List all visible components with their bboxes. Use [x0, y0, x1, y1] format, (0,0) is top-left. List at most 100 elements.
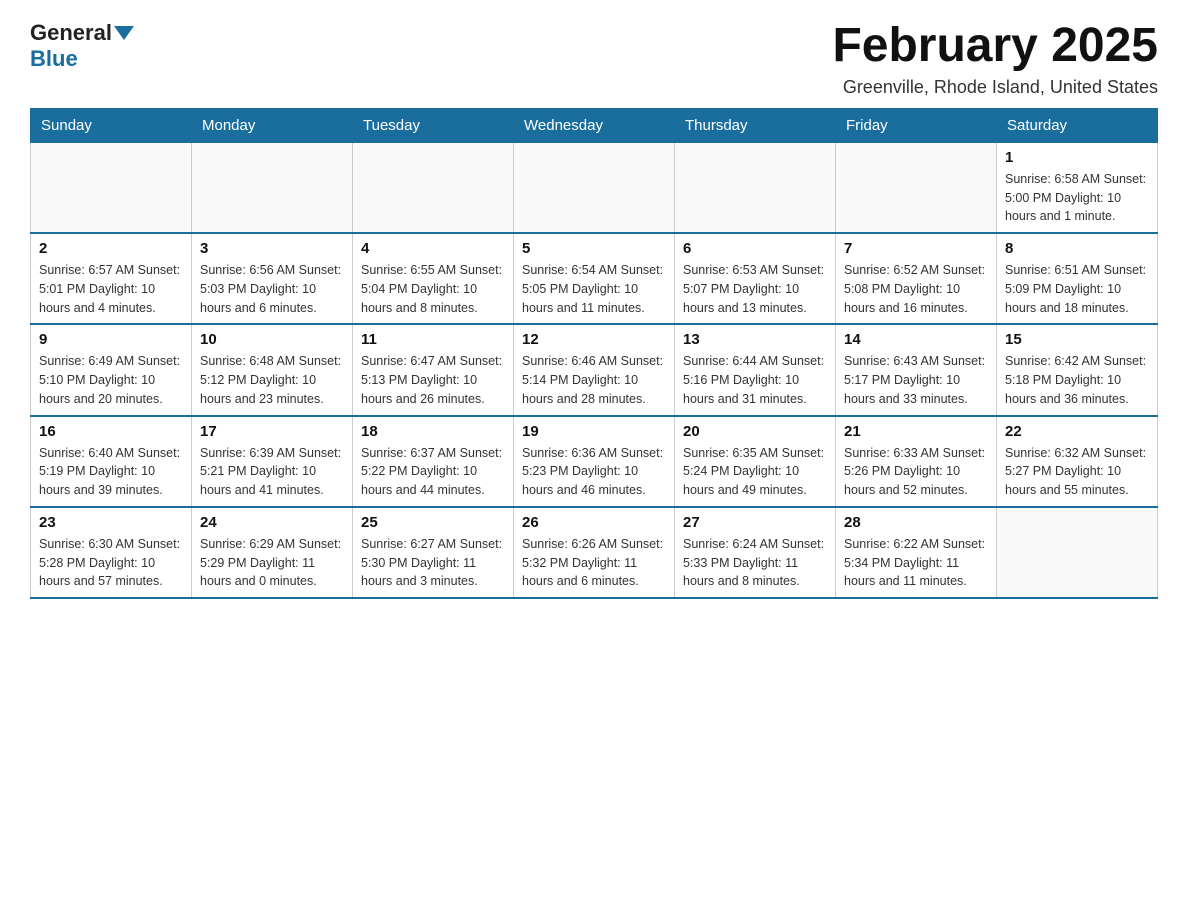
day-info: Sunrise: 6:51 AM Sunset: 5:09 PM Dayligh…	[1005, 261, 1149, 317]
day-info: Sunrise: 6:36 AM Sunset: 5:23 PM Dayligh…	[522, 444, 666, 500]
calendar-day-cell: 4 Sunrise: 6:55 AM Sunset: 5:04 PM Daylig…	[353, 233, 514, 324]
day-number: 19	[522, 423, 666, 440]
day-info: Sunrise: 6:35 AM Sunset: 5:24 PM Dayligh…	[683, 444, 827, 500]
day-info: Sunrise: 6:46 AM Sunset: 5:14 PM Dayligh…	[522, 352, 666, 408]
calendar-body: 1 Sunrise: 6:58 AM Sunset: 5:00 PM Daylig…	[31, 142, 1158, 598]
weekday-header-friday: Friday	[836, 108, 997, 142]
day-info: Sunrise: 6:52 AM Sunset: 5:08 PM Dayligh…	[844, 261, 988, 317]
day-info: Sunrise: 6:55 AM Sunset: 5:04 PM Dayligh…	[361, 261, 505, 317]
title-area: February 2025 Greenville, Rhode Island, …	[832, 20, 1158, 98]
day-number: 1	[1005, 149, 1149, 166]
day-info: Sunrise: 6:57 AM Sunset: 5:01 PM Dayligh…	[39, 261, 183, 317]
day-info: Sunrise: 6:49 AM Sunset: 5:10 PM Dayligh…	[39, 352, 183, 408]
day-info: Sunrise: 6:39 AM Sunset: 5:21 PM Dayligh…	[200, 444, 344, 500]
day-number: 2	[39, 240, 183, 257]
day-number: 13	[683, 331, 827, 348]
day-info: Sunrise: 6:26 AM Sunset: 5:32 PM Dayligh…	[522, 535, 666, 591]
weekday-header-sunday: Sunday	[31, 108, 192, 142]
day-info: Sunrise: 6:47 AM Sunset: 5:13 PM Dayligh…	[361, 352, 505, 408]
day-info: Sunrise: 6:32 AM Sunset: 5:27 PM Dayligh…	[1005, 444, 1149, 500]
calendar-day-cell: 27Sunrise: 6:24 AM Sunset: 5:33 PM Dayli…	[675, 507, 836, 598]
calendar-day-cell: 20 Sunrise: 6:35 AM Sunset: 5:24 PM Dayli…	[675, 416, 836, 507]
calendar-day-cell: 16 Sunrise: 6:40 AM Sunset: 5:19 PM Dayli…	[31, 416, 192, 507]
weekday-header-thursday: Thursday	[675, 108, 836, 142]
weekday-header-wednesday: Wednesday	[514, 108, 675, 142]
day-number: 9	[39, 331, 183, 348]
weekday-header-row: SundayMondayTuesdayWednesdayThursdayFrid…	[31, 108, 1158, 142]
day-number: 11	[361, 331, 505, 348]
calendar-day-cell: 19 Sunrise: 6:36 AM Sunset: 5:23 PM Dayli…	[514, 416, 675, 507]
day-number: 5	[522, 240, 666, 257]
day-number: 12	[522, 331, 666, 348]
day-info: Sunrise: 6:29 AM Sunset: 5:29 PM Dayligh…	[200, 535, 344, 591]
day-info: Sunrise: 6:58 AM Sunset: 5:00 PM Dayligh…	[1005, 170, 1149, 226]
day-info: Sunrise: 6:37 AM Sunset: 5:22 PM Dayligh…	[361, 444, 505, 500]
day-number: 6	[683, 240, 827, 257]
day-info: Sunrise: 6:48 AM Sunset: 5:12 PM Dayligh…	[200, 352, 344, 408]
calendar-day-cell: 15 Sunrise: 6:42 AM Sunset: 5:18 PM Dayli…	[997, 324, 1158, 415]
day-number: 3	[200, 240, 344, 257]
calendar-day-cell: 10 Sunrise: 6:48 AM Sunset: 5:12 PM Dayli…	[192, 324, 353, 415]
logo: General Blue	[30, 20, 136, 72]
day-number: 8	[1005, 240, 1149, 257]
calendar-day-cell: 2 Sunrise: 6:57 AM Sunset: 5:01 PM Daylig…	[31, 233, 192, 324]
calendar-day-cell: 9 Sunrise: 6:49 AM Sunset: 5:10 PM Daylig…	[31, 324, 192, 415]
day-number: 22	[1005, 423, 1149, 440]
calendar-day-cell	[836, 142, 997, 233]
day-number: 16	[39, 423, 183, 440]
day-info: Sunrise: 6:33 AM Sunset: 5:26 PM Dayligh…	[844, 444, 988, 500]
calendar-day-cell: 6 Sunrise: 6:53 AM Sunset: 5:07 PM Daylig…	[675, 233, 836, 324]
logo-blue-text: Blue	[30, 46, 78, 71]
day-info: Sunrise: 6:56 AM Sunset: 5:03 PM Dayligh…	[200, 261, 344, 317]
calendar-day-cell: 24 Sunrise: 6:29 AM Sunset: 5:29 PM Dayli…	[192, 507, 353, 598]
day-number: 24	[200, 514, 344, 531]
day-info: Sunrise: 6:40 AM Sunset: 5:19 PM Dayligh…	[39, 444, 183, 500]
day-number: 14	[844, 331, 988, 348]
day-number: 26	[522, 514, 666, 531]
day-info: Sunrise: 6:27 AM Sunset: 5:30 PM Dayligh…	[361, 535, 505, 591]
calendar-day-cell: 14 Sunrise: 6:43 AM Sunset: 5:17 PM Dayli…	[836, 324, 997, 415]
day-number: 28	[844, 514, 988, 531]
page-header: General Blue February 2025 Greenville, R…	[30, 20, 1158, 98]
day-number: 4	[361, 240, 505, 257]
calendar-day-cell	[31, 142, 192, 233]
day-number: 10	[200, 331, 344, 348]
calendar-day-cell	[675, 142, 836, 233]
calendar-day-cell: 25 Sunrise: 6:27 AM Sunset: 5:30 PM Dayli…	[353, 507, 514, 598]
calendar-day-cell: 3 Sunrise: 6:56 AM Sunset: 5:03 PM Daylig…	[192, 233, 353, 324]
calendar-day-cell: 17 Sunrise: 6:39 AM Sunset: 5:21 PM Dayli…	[192, 416, 353, 507]
calendar-day-cell: 23 Sunrise: 6:30 AM Sunset: 5:28 PM Dayli…	[31, 507, 192, 598]
logo-triangle-icon	[114, 26, 134, 40]
calendar-day-cell: 21 Sunrise: 6:33 AM Sunset: 5:26 PM Dayli…	[836, 416, 997, 507]
day-info: Sunrise: 6:43 AM Sunset: 5:17 PM Dayligh…	[844, 352, 988, 408]
day-number: 15	[1005, 331, 1149, 348]
calendar-week-row: 16 Sunrise: 6:40 AM Sunset: 5:19 PM Dayli…	[31, 416, 1158, 507]
day-info: Sunrise: 6:53 AM Sunset: 5:07 PM Dayligh…	[683, 261, 827, 317]
day-number: 17	[200, 423, 344, 440]
day-info: Sunrise: 6:42 AM Sunset: 5:18 PM Dayligh…	[1005, 352, 1149, 408]
logo-general-text: General	[30, 20, 112, 46]
calendar-day-cell: 12 Sunrise: 6:46 AM Sunset: 5:14 PM Dayli…	[514, 324, 675, 415]
calendar-day-cell: 7 Sunrise: 6:52 AM Sunset: 5:08 PM Daylig…	[836, 233, 997, 324]
calendar-day-cell: 26 Sunrise: 6:26 AM Sunset: 5:32 PM Dayli…	[514, 507, 675, 598]
calendar-day-cell	[997, 507, 1158, 598]
calendar-day-cell: 1 Sunrise: 6:58 AM Sunset: 5:00 PM Daylig…	[997, 142, 1158, 233]
calendar-day-cell: 11 Sunrise: 6:47 AM Sunset: 5:13 PM Dayli…	[353, 324, 514, 415]
day-number: 23	[39, 514, 183, 531]
calendar-day-cell	[353, 142, 514, 233]
calendar-table: SundayMondayTuesdayWednesdayThursdayFrid…	[30, 108, 1158, 599]
day-number: 7	[844, 240, 988, 257]
calendar-header: SundayMondayTuesdayWednesdayThursdayFrid…	[31, 108, 1158, 142]
calendar-day-cell	[192, 142, 353, 233]
calendar-day-cell: 28Sunrise: 6:22 AM Sunset: 5:34 PM Dayli…	[836, 507, 997, 598]
weekday-header-saturday: Saturday	[997, 108, 1158, 142]
day-number: 20	[683, 423, 827, 440]
calendar-day-cell: 13Sunrise: 6:44 AM Sunset: 5:16 PM Dayli…	[675, 324, 836, 415]
day-number: 21	[844, 423, 988, 440]
calendar-week-row: 1 Sunrise: 6:58 AM Sunset: 5:00 PM Daylig…	[31, 142, 1158, 233]
day-info: Sunrise: 6:30 AM Sunset: 5:28 PM Dayligh…	[39, 535, 183, 591]
day-number: 27	[683, 514, 827, 531]
weekday-header-monday: Monday	[192, 108, 353, 142]
day-number: 25	[361, 514, 505, 531]
weekday-header-tuesday: Tuesday	[353, 108, 514, 142]
